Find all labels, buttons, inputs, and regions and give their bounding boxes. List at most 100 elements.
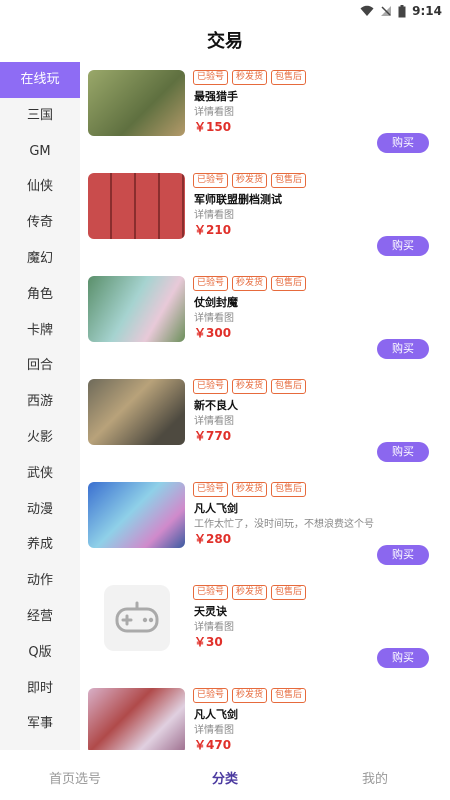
sidebar-item-qban[interactable]: Q版 [0, 635, 80, 671]
game-thumbnail[interactable] [88, 173, 185, 239]
listing-desc: 详情看图 [194, 107, 234, 118]
status-bar: 9:14 [0, 0, 450, 22]
buy-button[interactable]: 购买 [377, 133, 429, 153]
list-item[interactable]: 已验号 秒发货 包售后 仗剑封魔 详情看图 ￥300 购买 [80, 268, 450, 371]
tag-instant-delivery: 秒发货 [232, 173, 268, 188]
tag-verified: 已验号 [193, 688, 229, 703]
sidebar-item-business[interactable]: 经营 [0, 599, 80, 635]
tag-instant-delivery: 秒发货 [232, 482, 268, 497]
tag-after-sale: 包售后 [271, 585, 307, 600]
sidebar-item-online[interactable]: 在线玩 [0, 62, 80, 98]
sidebar-item-action[interactable]: 动作 [0, 563, 80, 599]
tag-verified: 已验号 [193, 482, 229, 497]
wifi-icon [360, 5, 374, 16]
sidebar-item-wuxia[interactable]: 武侠 [0, 456, 80, 492]
tag-after-sale: 包售后 [271, 276, 307, 291]
game-thumbnail[interactable] [88, 70, 185, 136]
tag-instant-delivery: 秒发货 [232, 276, 268, 291]
game-thumbnail[interactable] [88, 482, 185, 548]
tag-instant-delivery: 秒发货 [232, 688, 268, 703]
sidebar-item-card[interactable]: 卡牌 [0, 313, 80, 349]
listing-name: 凡人飞剑 [194, 708, 238, 721]
tag-verified: 已验号 [193, 276, 229, 291]
battery-icon [398, 4, 406, 17]
tag-instant-delivery: 秒发货 [232, 585, 268, 600]
listing-name: 新不良人 [194, 399, 238, 412]
tag-instant-delivery: 秒发货 [232, 379, 268, 394]
listing-name: 凡人飞剑 [194, 502, 238, 515]
gamepad-icon [103, 585, 170, 651]
list-item[interactable]: 已验号 秒发货 包售后 军师联盟删档测试 详情看图 ￥210 购买 [80, 165, 450, 268]
category-sidebar: 在线玩 三国 GM 仙侠 传奇 魔幻 角色 卡牌 回合 西游 火影 武侠 动漫 … [0, 62, 80, 750]
tag-after-sale: 包售后 [271, 173, 307, 188]
sidebar-item-xianxia[interactable]: 仙侠 [0, 169, 80, 205]
tag-after-sale: 包售后 [271, 70, 307, 85]
tag-verified: 已验号 [193, 70, 229, 85]
list-item[interactable]: 已验号 秒发货 包售后 天灵诀 详情看图 ￥30 购买 [80, 577, 450, 680]
sidebar-item-chuanqi[interactable]: 传奇 [0, 205, 80, 241]
signal-icon [381, 6, 392, 16]
tag-group: 已验号 秒发货 包售后 [193, 379, 307, 394]
sidebar-item-turn[interactable]: 回合 [0, 348, 80, 384]
tab-category[interactable]: 分类 [150, 760, 300, 800]
listing-name: 军师联盟删档测试 [194, 193, 282, 206]
tag-group: 已验号 秒发货 包售后 [193, 482, 307, 497]
buy-button[interactable]: 购买 [377, 236, 429, 256]
game-thumbnail[interactable] [88, 276, 185, 342]
listing-price: ￥770 [194, 429, 232, 443]
list-item[interactable]: 已验号 秒发货 包售后 新不良人 详情看图 ￥770 购买 [80, 371, 450, 474]
page-title: 交易 [207, 31, 243, 52]
sidebar-item-realtime[interactable]: 即时 [0, 671, 80, 707]
header: 交易 [0, 22, 450, 62]
listing-desc: 工作太忙了，没时间玩，不想浪费这个号 [194, 519, 374, 530]
listing-list: 已验号 秒发货 包售后 最强猎手 详情看图 ￥150 购买 已验号 秒发货 包售… [80, 62, 450, 750]
listing-price: ￥150 [194, 120, 232, 134]
sidebar-item-mohuan[interactable]: 魔幻 [0, 241, 80, 277]
bottom-tab-bar: 首页选号 分类 我的 [0, 760, 450, 800]
buy-button[interactable]: 购买 [377, 545, 429, 565]
listing-desc: 详情看图 [194, 725, 234, 736]
tag-after-sale: 包售后 [271, 379, 307, 394]
buy-button[interactable]: 购买 [377, 442, 429, 462]
tag-group: 已验号 秒发货 包售后 [193, 173, 307, 188]
gamepad-placeholder[interactable] [88, 585, 185, 651]
sidebar-item-gm[interactable]: GM [0, 134, 80, 170]
listing-price: ￥30 [194, 635, 223, 649]
sidebar-item-xiyou[interactable]: 西游 [0, 384, 80, 420]
listing-desc: 详情看图 [194, 313, 234, 324]
listing-price: ￥470 [194, 738, 232, 750]
tag-after-sale: 包售后 [271, 688, 307, 703]
tag-group: 已验号 秒发货 包售后 [193, 585, 307, 600]
list-item[interactable]: 已验号 秒发货 包售后 最强猎手 详情看图 ￥150 购买 [80, 62, 450, 165]
list-item[interactable]: 已验号 秒发货 包售后 凡人飞剑 详情看图 ￥470 [80, 680, 450, 750]
tab-home[interactable]: 首页选号 [0, 760, 150, 800]
tag-group: 已验号 秒发货 包售后 [193, 70, 307, 85]
listing-desc: 详情看图 [194, 622, 234, 633]
tab-mine[interactable]: 我的 [300, 760, 450, 800]
listing-desc: 详情看图 [194, 416, 234, 427]
game-thumbnail[interactable] [88, 379, 185, 445]
tag-group: 已验号 秒发货 包售后 [193, 688, 307, 703]
status-icons: 9:14 [360, 4, 442, 18]
listing-price: ￥280 [194, 532, 232, 546]
listing-desc: 详情看图 [194, 210, 234, 221]
list-item[interactable]: 已验号 秒发货 包售后 凡人飞剑 工作太忙了，没时间玩，不想浪费这个号 ￥280… [80, 474, 450, 577]
sidebar-item-anime[interactable]: 动漫 [0, 492, 80, 528]
tag-verified: 已验号 [193, 585, 229, 600]
sidebar-item-role[interactable]: 角色 [0, 277, 80, 313]
buy-button[interactable]: 购买 [377, 339, 429, 359]
sidebar-item-yangcheng[interactable]: 养成 [0, 527, 80, 563]
tag-after-sale: 包售后 [271, 482, 307, 497]
listing-name: 天灵诀 [194, 605, 227, 618]
listing-price: ￥300 [194, 326, 232, 340]
game-thumbnail[interactable] [88, 688, 185, 750]
sidebar-item-huoying[interactable]: 火影 [0, 420, 80, 456]
listing-name: 仗剑封魔 [194, 296, 238, 309]
tag-verified: 已验号 [193, 379, 229, 394]
sidebar-item-sanguo[interactable]: 三国 [0, 98, 80, 134]
status-time: 9:14 [412, 4, 442, 18]
buy-button[interactable]: 购买 [377, 648, 429, 668]
listing-price: ￥210 [194, 223, 232, 237]
tag-instant-delivery: 秒发货 [232, 70, 268, 85]
sidebar-item-military[interactable]: 军事 [0, 706, 80, 742]
